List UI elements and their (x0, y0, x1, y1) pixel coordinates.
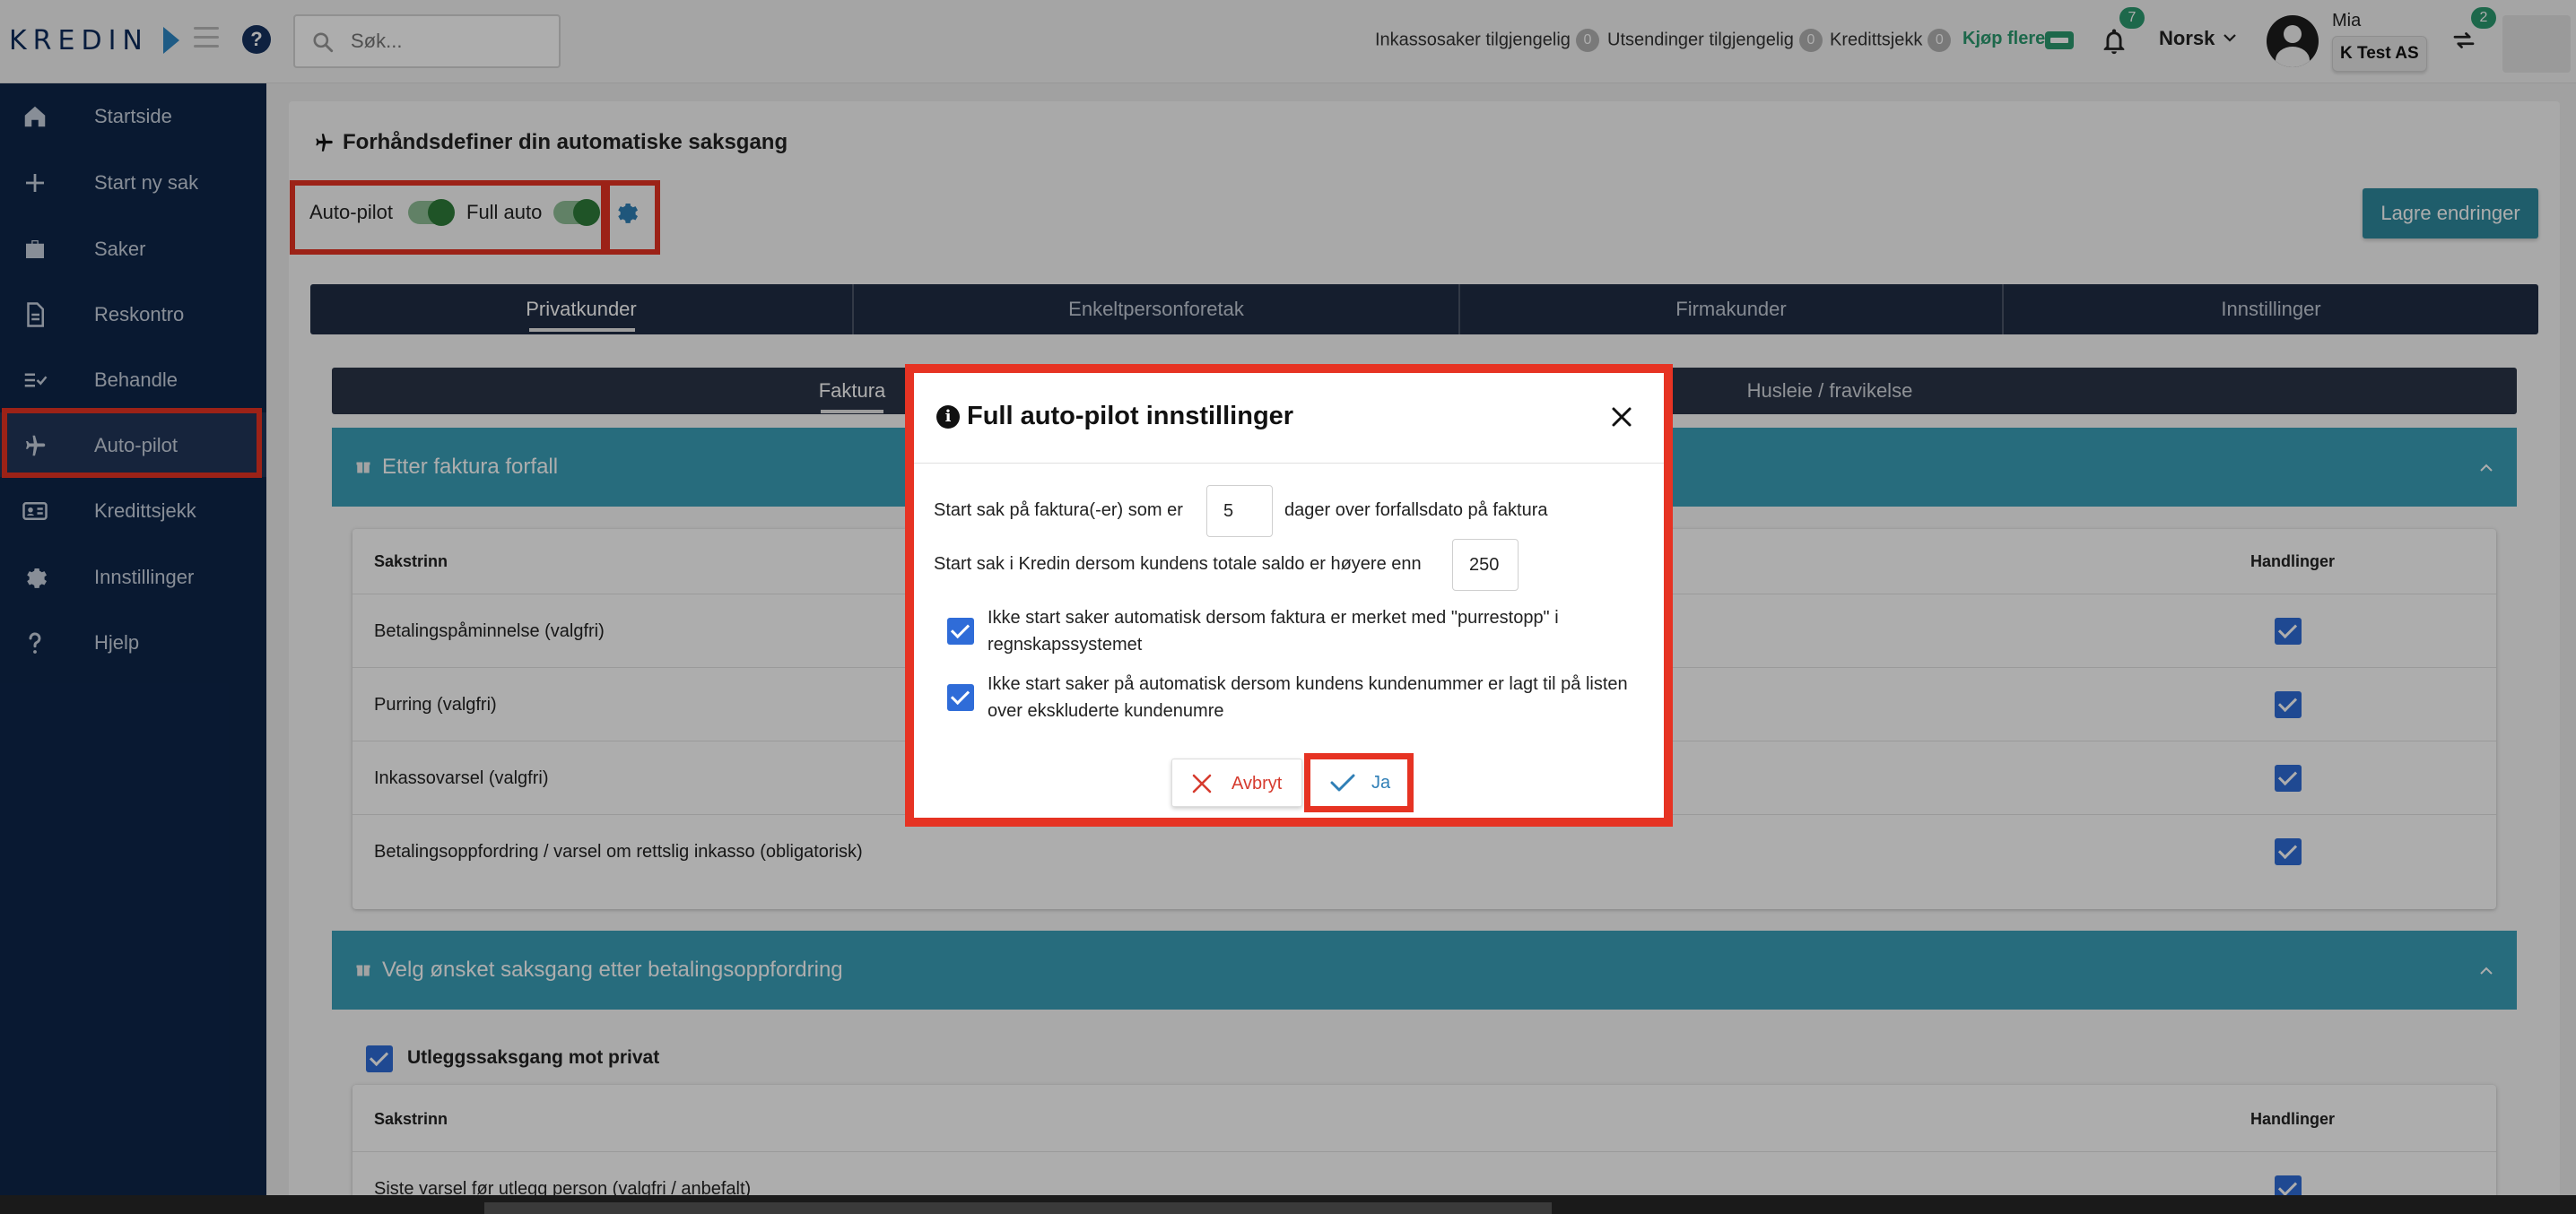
balance-label: Start sak i Kredin dersom kundens totale… (934, 554, 1422, 574)
bottom-strip (0, 1195, 2576, 1214)
info-icon: i (936, 405, 960, 429)
dialog-title: Full auto-pilot innstillinger (967, 402, 1294, 430)
check-icon (1330, 774, 1355, 792)
purrestopp-label: Ikke start saker automatisk dersom faktu… (988, 608, 1559, 655)
close-icon (1192, 774, 1212, 793)
balance-threshold-input[interactable] (1452, 539, 1519, 591)
days-overdue-input[interactable] (1206, 485, 1273, 537)
cancel-button[interactable]: Avbryt (1171, 759, 1302, 807)
days-label-post: dager over forfallsdato på faktura (1284, 500, 1548, 520)
excluded-customers-label: Ikke start saker på automatisk dersom ku… (988, 674, 1628, 721)
excluded-customers-checkbox[interactable] (947, 684, 974, 711)
dialog-divider (914, 463, 1664, 464)
confirm-label: Ja (1371, 773, 1391, 793)
full-autopilot-settings-dialog (914, 373, 1664, 818)
purrestopp-checkbox[interactable] (947, 618, 974, 645)
confirm-button[interactable]: Ja (1310, 759, 1407, 806)
close-icon[interactable] (1611, 406, 1632, 428)
days-label-pre: Start sak på faktura(-er) som er (934, 500, 1183, 520)
cancel-label: Avbryt (1231, 774, 1283, 793)
